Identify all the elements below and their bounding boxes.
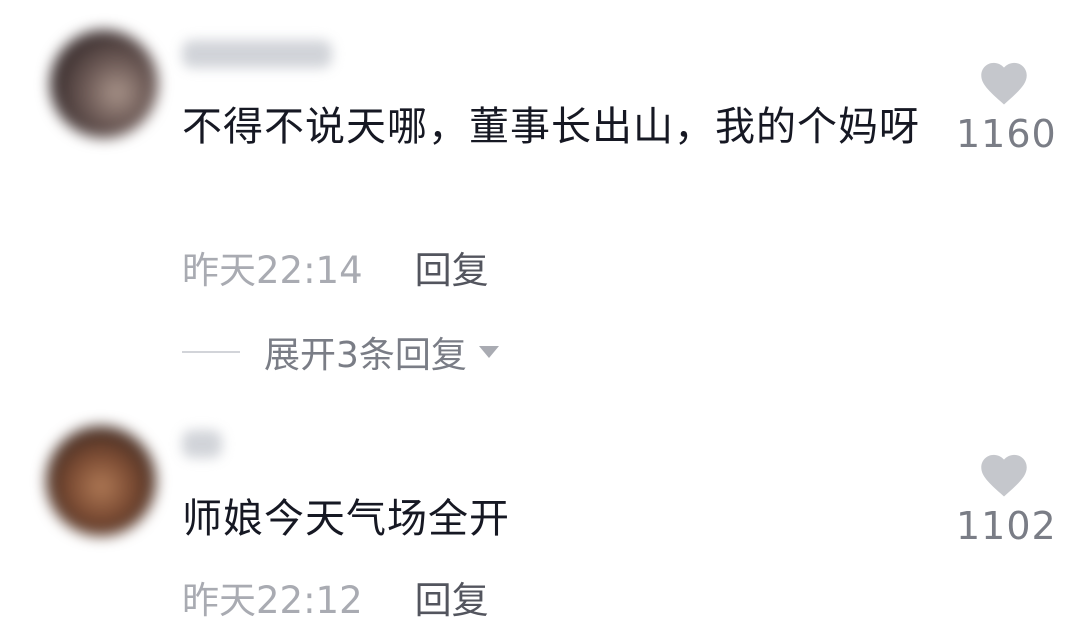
comment-meta: 昨天22:12 回复 [182, 570, 489, 624]
reply-button[interactable]: 回复 [415, 240, 489, 294]
comment-meta: 昨天22:14 回复 [182, 240, 489, 294]
like-button[interactable]: 1160 [956, 56, 1057, 156]
divider-line [182, 351, 240, 353]
heart-icon [981, 62, 1027, 105]
avatar[interactable] [50, 30, 158, 138]
chevron-down-icon [478, 346, 499, 358]
like-count: 1160 [956, 112, 1057, 156]
comment-item: 不得不说天哪，董事长出山，我的个妈呀 昨天22:14 回复 展开3条回复 116… [0, 0, 1080, 400]
username-blurred[interactable] [182, 430, 222, 458]
heart-icon [981, 454, 1027, 497]
comment-item: 师娘今天气场全开 昨天22:12 回复 1102 [0, 400, 1080, 634]
comment-timestamp: 昨天22:14 [182, 249, 363, 292]
like-button[interactable]: 1102 [956, 448, 1057, 548]
expand-replies-label: 展开3条回复 [264, 335, 467, 376]
comment-text: 师娘今天气场全开 [182, 496, 510, 542]
avatar[interactable] [46, 426, 156, 536]
comment-timestamp: 昨天22:12 [182, 579, 363, 622]
username-blurred[interactable] [182, 40, 332, 68]
comment-text: 不得不说天哪，董事长出山，我的个妈呀 [182, 104, 920, 150]
expand-replies-button[interactable]: 展开3条回复 [182, 326, 499, 378]
like-count: 1102 [956, 504, 1057, 548]
reply-button[interactable]: 回复 [415, 570, 489, 624]
